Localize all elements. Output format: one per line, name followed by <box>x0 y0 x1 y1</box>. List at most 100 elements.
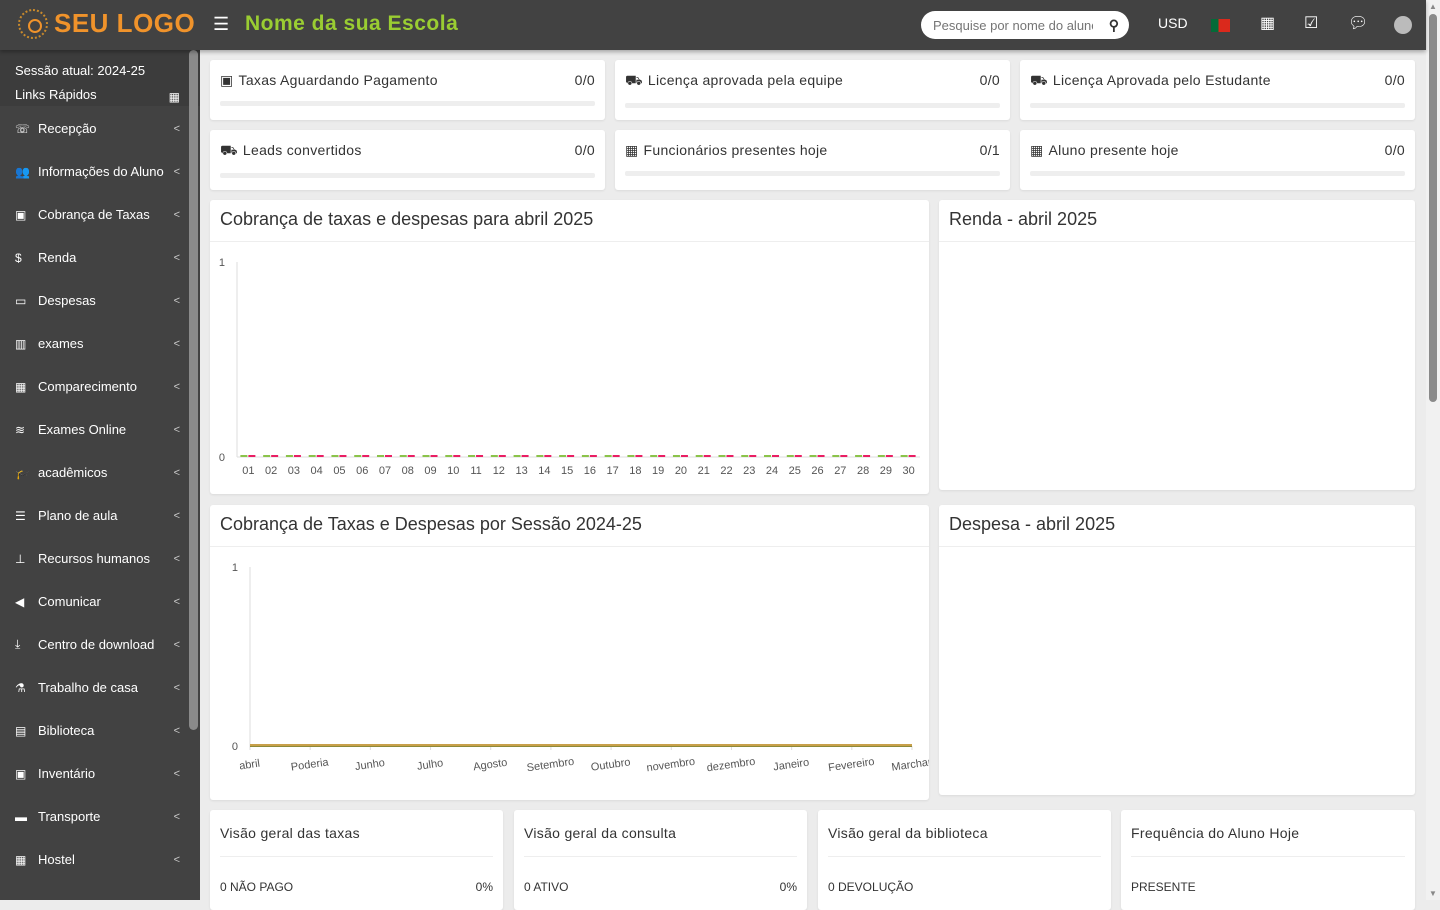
stat-value: 0/1 <box>979 142 1000 158</box>
stat-card[interactable]: ▣ Taxas Aguardando Pagamento 0/0 <box>210 60 605 120</box>
overview-card: Frequência do Aluno Hoje PRESENTE <box>1121 810 1415 910</box>
grid-icon[interactable]: ▦ <box>169 85 180 109</box>
sidebar-item-label: Inventário <box>38 766 96 781</box>
inventory-icon: ▣ <box>15 766 27 781</box>
stat-card[interactable]: ⛟ Licença Aprovada pelo Estudante 0/0 <box>1020 60 1415 120</box>
sidebar-item-7[interactable]: ≋ Exames Online < <box>0 408 200 451</box>
bar <box>476 455 484 457</box>
sidebar-item-0[interactable]: ☏ Recepção < <box>0 107 200 150</box>
session-box: Sessão atual: 2024-25 Links Rápidos ▦ <box>0 50 200 106</box>
sidebar-item-13[interactable]: ⚗ Trabalho de casa < <box>0 666 200 709</box>
logo[interactable]: SEU LOGO <box>18 8 195 39</box>
sidebar-item-10[interactable]: ⊥ Recursos humanos < <box>0 537 200 580</box>
stat-progress <box>220 173 595 178</box>
bar <box>362 455 370 457</box>
x-tick-label: Outubro <box>590 756 631 773</box>
bar <box>840 455 848 457</box>
x-tick-label: Fevereiro <box>828 756 876 774</box>
language-flag-icon[interactable] <box>1211 19 1230 32</box>
sidebar-item-6[interactable]: ▦ Comparecimento < <box>0 365 200 408</box>
session-fees-expenses-chart: Cobrança de Taxas e Despesas por Sessão … <box>210 505 929 800</box>
bar <box>718 455 726 457</box>
sidebar-item-label: Despesas <box>38 293 96 308</box>
x-tick-label: 03 <box>288 465 300 477</box>
bar <box>817 455 825 457</box>
sidebar-item-5[interactable]: ▥ exames < <box>0 322 200 365</box>
stat-card[interactable]: ▦ Funcionários presentes hoje 0/1 <box>615 130 1010 190</box>
stat-card[interactable]: ⛟ Leads convertidos 0/0 <box>210 130 605 190</box>
chevron-left-icon: < <box>173 595 180 608</box>
chevron-left-icon: < <box>173 294 180 307</box>
y-tick-label: 1 <box>219 257 225 269</box>
chevron-left-icon: < <box>173 165 180 178</box>
sidebar-item-label: Renda <box>38 250 77 265</box>
sidebar-item-1[interactable]: 👥 Informações do Aluno < <box>0 150 200 193</box>
money-icon: ▣ <box>15 207 27 222</box>
sidebar-item-12[interactable]: ⤓ Centro de download < <box>0 623 200 666</box>
chevron-left-icon: < <box>173 122 180 135</box>
sidebar-item-14[interactable]: ▤ Biblioteca < <box>0 709 200 752</box>
quick-links[interactable]: Links Rápidos <box>15 83 185 107</box>
bar <box>650 455 658 457</box>
search-icon[interactable]: ⚲ <box>1109 17 1119 34</box>
chevron-left-icon: < <box>173 853 180 866</box>
calendar-check-icon: ▦ <box>1030 142 1044 158</box>
bar <box>680 455 688 457</box>
bar <box>422 455 430 457</box>
bar <box>863 455 871 457</box>
x-tick-label: dezembro <box>706 756 756 775</box>
current-session[interactable]: Sessão atual: 2024-25 <box>15 59 185 83</box>
user-avatar[interactable] <box>1394 16 1412 34</box>
calendar-icon[interactable]: ▦ <box>1260 13 1275 33</box>
stat-value: 0/0 <box>574 142 595 158</box>
bar <box>331 455 339 457</box>
sidebar-item-8[interactable]: 🎓 acadêmicos < <box>0 451 200 494</box>
bar <box>855 455 863 457</box>
sidebar-item-16[interactable]: ▬ Transporte < <box>0 795 200 838</box>
sidebar-scrollbar[interactable] <box>189 50 198 730</box>
page-scrollbar[interactable]: ▲ ▼ <box>1426 0 1440 900</box>
bar <box>445 455 453 457</box>
sidebar-item-17[interactable]: ▦ Hostel < <box>0 838 200 881</box>
search-box: ⚲ <box>921 11 1129 39</box>
x-tick-label: 30 <box>902 465 914 477</box>
currency-selector[interactable]: USD <box>1158 15 1188 31</box>
sidebar-item-9[interactable]: ☰ Plano de aula < <box>0 494 200 537</box>
sidebar-item-label: Cobrança de Taxas <box>38 207 150 222</box>
sidebar-item-2[interactable]: ▣ Cobrança de Taxas < <box>0 193 200 236</box>
check-square-icon[interactable]: ☑ <box>1304 13 1318 33</box>
bar <box>339 455 347 457</box>
x-tick-label: 21 <box>698 465 710 477</box>
chevron-left-icon: < <box>173 423 180 436</box>
chat-icon[interactable]: 💬︎ <box>1348 13 1368 33</box>
x-tick-label: 25 <box>789 465 801 477</box>
x-tick-label: Julho <box>416 757 444 773</box>
sidebar-item-15[interactable]: ▣ Inventário < <box>0 752 200 795</box>
income-panel: Renda - abril 2025 <box>939 200 1415 490</box>
sidebar-item-label: Trabalho de casa <box>38 680 138 695</box>
bar <box>900 455 908 457</box>
stat-card[interactable]: ⛟ Licença aprovada pela equipe 0/0 <box>615 60 1010 120</box>
stat-card[interactable]: ▦ Aluno presente hoje 0/0 <box>1020 130 1415 190</box>
line-chart: 0 1 abril Poderia Junho Julho Agosto Setembro Ou… <box>232 562 929 775</box>
sidebar-item-label: Transporte <box>38 809 101 824</box>
dollar-icon: $ <box>15 250 22 265</box>
chevron-left-icon: < <box>173 767 180 780</box>
search-input[interactable] <box>933 17 1093 33</box>
x-tick-label: 17 <box>607 465 619 477</box>
x-tick-label: novembro <box>646 756 696 775</box>
bar <box>832 455 840 457</box>
stat-value: 0/0 <box>1384 142 1405 158</box>
sidebar-item-11[interactable]: ◀ Comunicar < <box>0 580 200 623</box>
bar <box>885 455 893 457</box>
bar <box>567 455 575 457</box>
sidebar-item-4[interactable]: ▭ Despesas < <box>0 279 200 322</box>
menu-icon[interactable]: ☰ <box>213 14 229 35</box>
bar <box>627 455 635 457</box>
sidebar-item-3[interactable]: $ Renda < <box>0 236 200 279</box>
ambulance-icon: ⛟ <box>625 72 643 88</box>
bar <box>877 455 885 457</box>
sidebar-item-label: Plano de aula <box>38 508 118 523</box>
bar <box>240 455 248 457</box>
chart-title: Cobrança de Taxas e Despesas por Sessão … <box>210 505 929 547</box>
